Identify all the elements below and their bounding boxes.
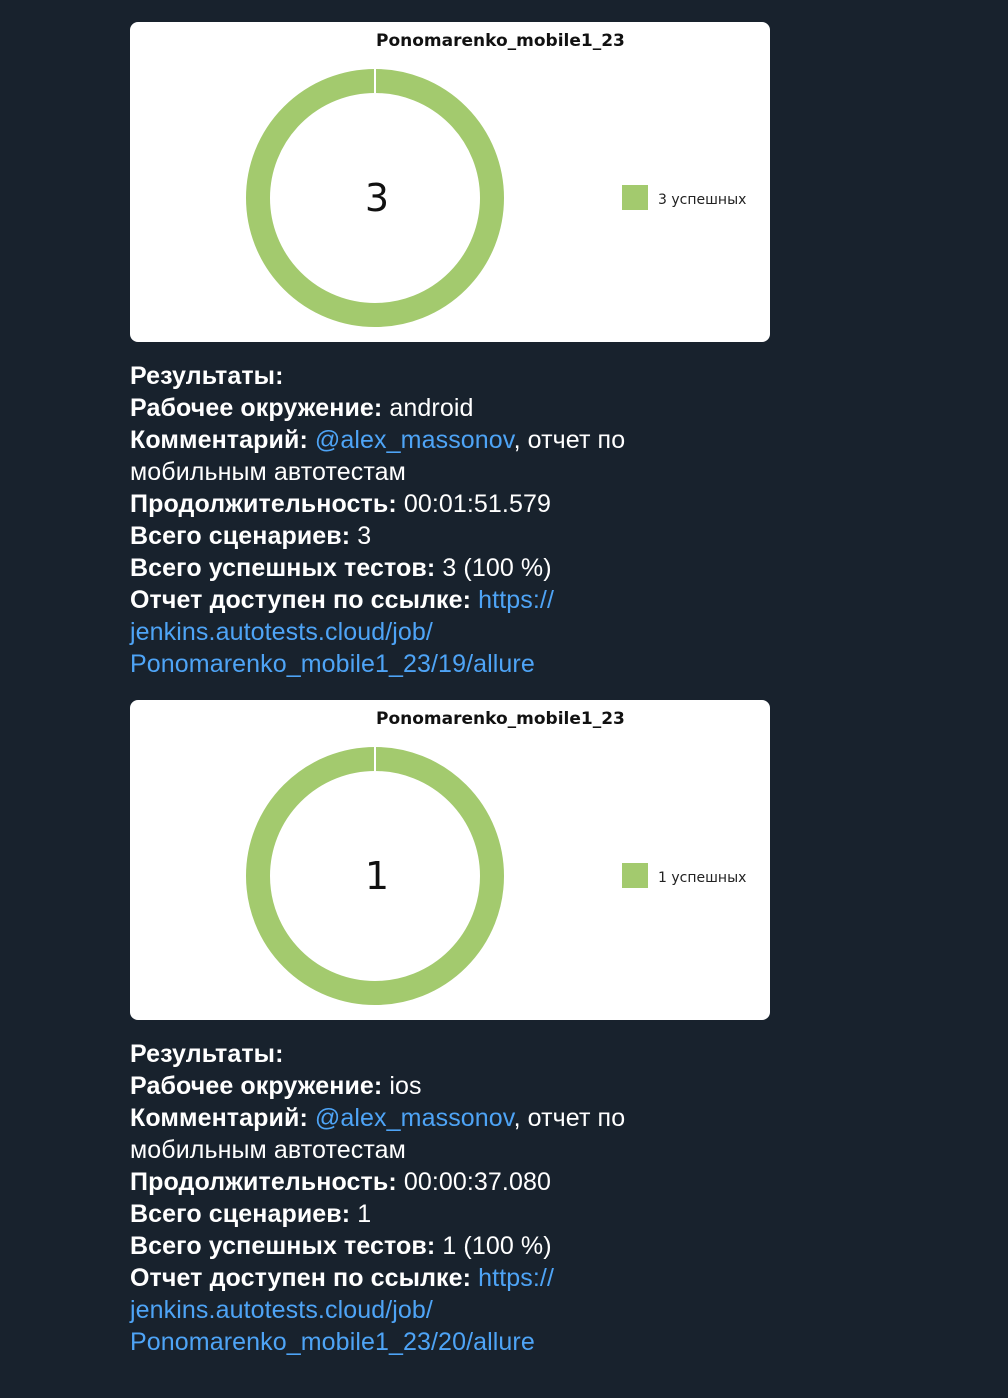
passed-value: 3 (100 %) [442, 554, 552, 582]
comment-text-cont: мобильным автотестам [130, 458, 406, 486]
results-title: Результаты: [130, 362, 284, 390]
duration-value: 00:01:51.579 [403, 490, 551, 518]
passed-label: Всего успешных тестов: [130, 1232, 436, 1260]
legend-swatch [622, 863, 648, 888]
env-label: Рабочее окружение: [130, 1072, 383, 1100]
results-text: Результаты: Рабочее окружение: android К… [130, 360, 770, 680]
legend-label: 1 успешных [658, 870, 746, 886]
chart-image[interactable]: Ponomarenko_mobile1_23 3 3 успешных [130, 22, 770, 342]
mention-link[interactable]: @alex_massonov [315, 426, 514, 454]
comment-text: , отчет по [513, 426, 626, 454]
comment-text-cont: мобильным автотестам [130, 1136, 406, 1164]
passed-label: Всего успешных тестов: [130, 554, 436, 582]
mention-link[interactable]: @alex_massonov [315, 1104, 514, 1132]
donut-center-label: 3 [365, 176, 389, 220]
comment-label: Комментарий: [130, 426, 308, 454]
report-link-part[interactable]: jenkins.autotests.cloud/job/ [130, 618, 433, 646]
donut-chart: Ponomarenko_mobile1_23 1 1 успешных [246, 709, 746, 1005]
scenarios-value: 3 [357, 522, 372, 550]
env-value: ios [389, 1072, 422, 1100]
legend-label: 3 успешных [658, 192, 746, 208]
chart-title: Ponomarenko_mobile1_23 [376, 31, 625, 51]
report-link-part[interactable]: https:// [478, 1264, 554, 1292]
results-text: Результаты: Рабочее окружение: ios Комме… [130, 1038, 770, 1358]
results-title: Результаты: [130, 1040, 284, 1068]
scenarios-label: Всего сценариев: [130, 522, 351, 550]
comment-text: , отчет по [513, 1104, 626, 1132]
env-value: android [389, 394, 474, 422]
duration-label: Продолжительность: [130, 490, 397, 518]
report-label: Отчет доступен по ссылке: [130, 586, 472, 614]
donut-chart: Ponomarenko_mobile1_23 3 3 успешных [246, 31, 746, 327]
chart-image[interactable]: Ponomarenko_mobile1_23 1 1 успешных [130, 700, 770, 1020]
donut-center-label: 1 [365, 854, 389, 898]
report-link-part[interactable]: jenkins.autotests.cloud/job/ [130, 1296, 433, 1324]
report-link-part[interactable]: Ponomarenko_mobile1_23/19/allure [130, 650, 535, 678]
comment-label: Комментарий: [130, 1104, 308, 1132]
report-link-part[interactable]: https:// [478, 586, 554, 614]
duration-value: 00:00:37.080 [403, 1168, 551, 1196]
report-label: Отчет доступен по ссылке: [130, 1264, 472, 1292]
message-android: Ponomarenko_mobile1_23 3 3 успешных Резу… [130, 22, 770, 680]
report-link-part[interactable]: Ponomarenko_mobile1_23/20/allure [130, 1328, 535, 1356]
duration-label: Продолжительность: [130, 1168, 397, 1196]
legend-swatch [622, 185, 648, 210]
env-label: Рабочее окружение: [130, 394, 383, 422]
scenarios-value: 1 [357, 1200, 372, 1228]
message-ios: Ponomarenko_mobile1_23 1 1 успешных Резу… [130, 700, 770, 1358]
passed-value: 1 (100 %) [442, 1232, 552, 1260]
chart-title: Ponomarenko_mobile1_23 [376, 709, 625, 729]
scenarios-label: Всего сценариев: [130, 1200, 351, 1228]
